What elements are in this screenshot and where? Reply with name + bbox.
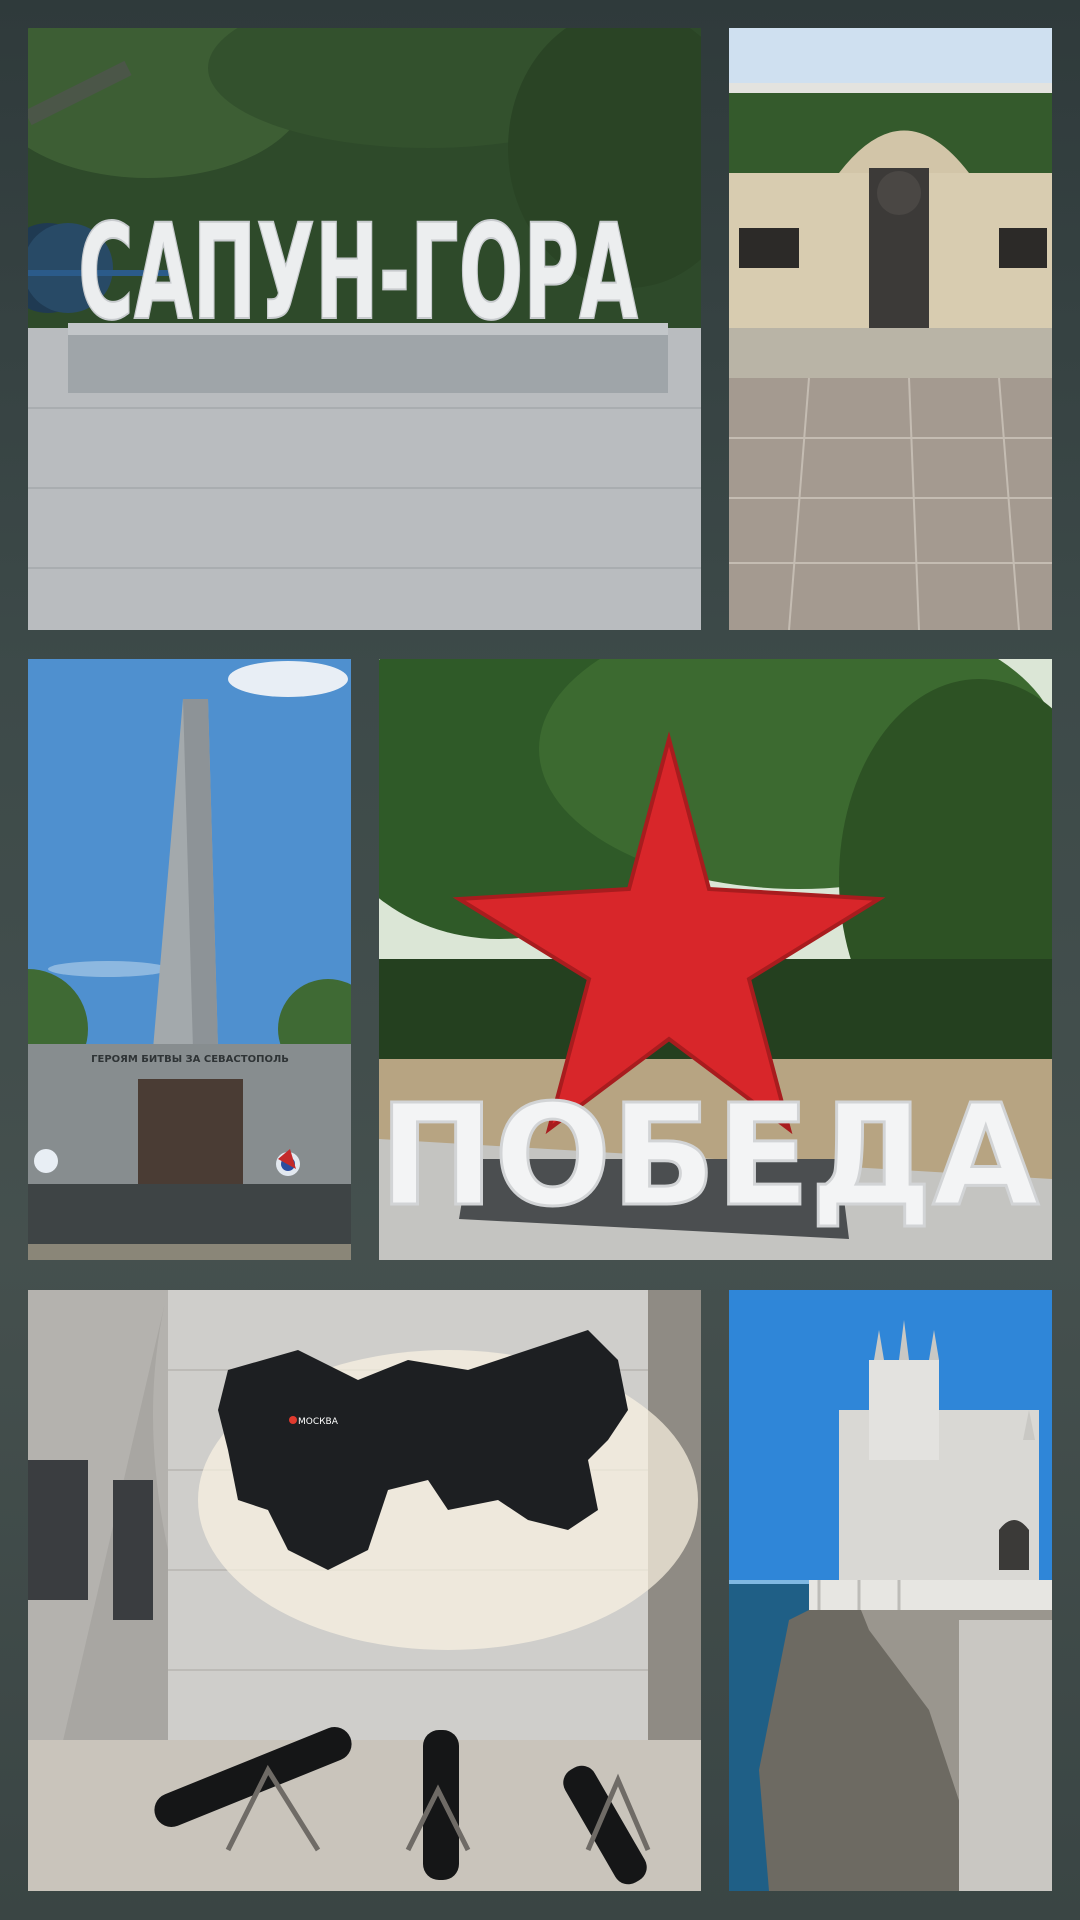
- photo-sapun-gora: САПУН-ГОРА: [28, 28, 701, 630]
- map-label-moscow: МОСКВА: [298, 1417, 339, 1427]
- sapun-gora-sign-text: САПУН-ГОРА: [78, 196, 638, 350]
- photo-castle: [729, 1290, 1052, 1891]
- obelisk-inscription: ГЕРОЯМ БИТВЫ ЗА СЕВАСТОПОЛЬ: [91, 1054, 289, 1065]
- pobeda-sign-text: ПОБЕДА: [379, 1075, 1039, 1238]
- photo-bunker-map: МОСКВА: [28, 1290, 701, 1891]
- photo-obelisk: ГЕРОЯМ БИТВЫ ЗА СЕВАСТОПОЛЬ: [28, 659, 351, 1260]
- photo-pobeda: ПОБЕДА: [379, 659, 1052, 1260]
- photo-memorial-wall: [729, 28, 1052, 630]
